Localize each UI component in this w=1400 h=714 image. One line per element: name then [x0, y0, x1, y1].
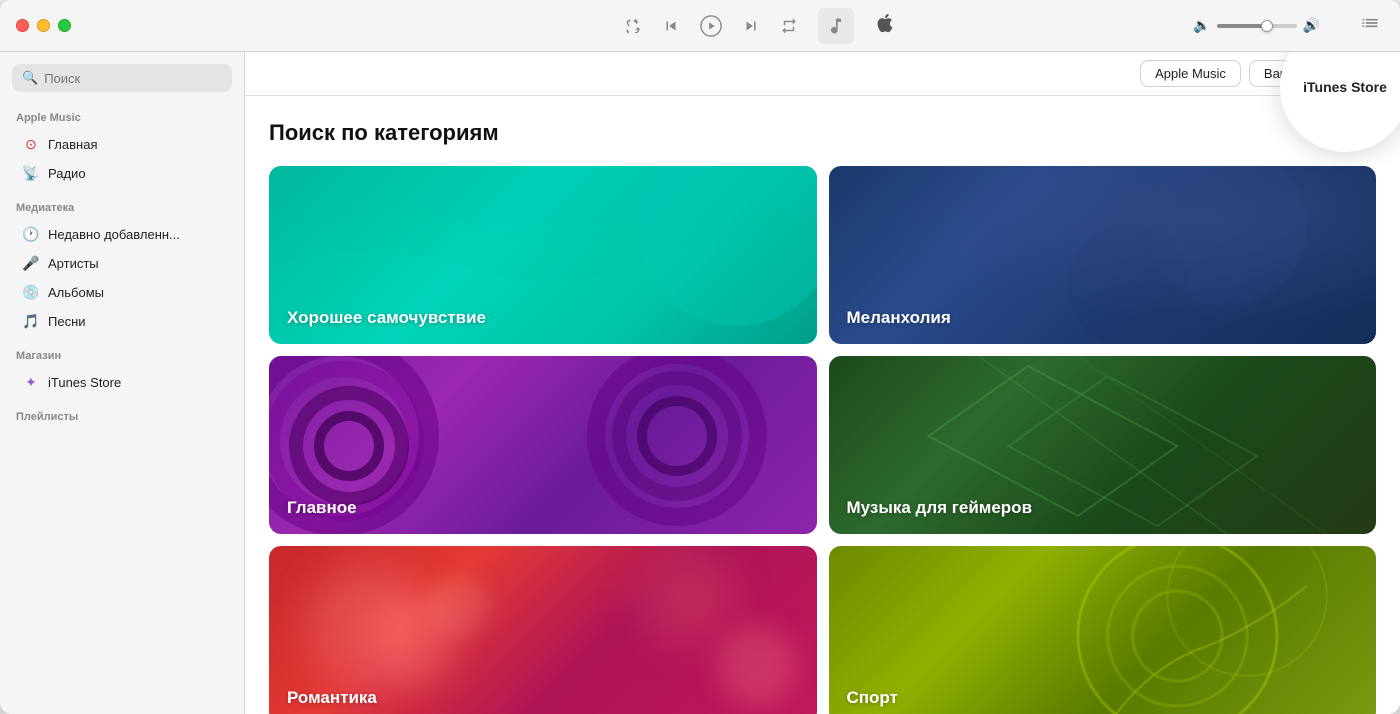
main-layout: 🔍 Apple Music ⊙ Главная 📡 Радио Медиатек… [0, 52, 1400, 714]
close-button[interactable] [16, 19, 29, 32]
volume-low-icon: 🔈 [1193, 17, 1210, 34]
music-icon-button[interactable] [818, 8, 854, 44]
search-bar[interactable]: 🔍 [12, 64, 232, 92]
volume-knob[interactable] [1261, 20, 1273, 32]
apple-logo [874, 12, 896, 39]
sidebar-section-library: Медиатека [0, 198, 244, 220]
sidebar-item-recently-added[interactable]: 🕐 Недавно добавленн... [6, 220, 238, 249]
category-card-romance[interactable]: Романтика [269, 546, 817, 714]
tab-apple-music[interactable]: Apple Music [1140, 60, 1241, 87]
sidebar-item-artists[interactable]: 🎤 Артисты [6, 249, 238, 278]
main-label: Главное [287, 498, 357, 518]
itunes-store-badge-label: iTunes Store [1303, 78, 1387, 96]
search-input[interactable] [44, 71, 222, 86]
sidebar-item-recently-added-label: Недавно добавленн... [48, 227, 180, 242]
sidebar-item-songs-label: Песни [48, 314, 86, 329]
melancholy-label: Меланхолия [847, 308, 951, 328]
sidebar-item-itunes-store-label: iTunes Store [48, 375, 121, 390]
window-controls [0, 19, 120, 32]
sidebar-item-albums-label: Альбомы [48, 285, 104, 300]
sidebar-item-radio-label: Радио [48, 166, 86, 181]
minimize-button[interactable] [37, 19, 50, 32]
wellness-label: Хорошее самочувствие [287, 308, 486, 328]
sidebar-item-itunes-store[interactable]: ✦ iTunes Store [6, 368, 238, 397]
content-header-wrapper: Apple Music Ваша медиатека iTunes Store [245, 52, 1400, 96]
sidebar-item-home-label: Главная [48, 137, 97, 152]
radio-icon: 📡 [22, 165, 40, 182]
volume-control[interactable]: 🔈 🔊 [1193, 17, 1320, 34]
sidebar-item-albums[interactable]: 💿 Альбомы [6, 278, 238, 307]
album-icon: 💿 [22, 284, 40, 301]
maximize-button[interactable] [58, 19, 71, 32]
gaming-label: Музыка для геймеров [847, 498, 1033, 518]
search-icon: 🔍 [22, 70, 38, 86]
clock-icon: 🕐 [22, 226, 40, 243]
sidebar-item-artists-label: Артисты [48, 256, 99, 271]
sidebar-section-apple-music: Apple Music [0, 108, 244, 130]
sidebar-section-playlists: Плейлисты [0, 407, 244, 429]
repeat-button[interactable] [780, 17, 798, 35]
note-icon: 🎵 [22, 313, 40, 330]
sidebar: 🔍 Apple Music ⊙ Главная 📡 Радио Медиатек… [0, 52, 245, 714]
home-icon: ⊙ [22, 136, 40, 153]
category-card-sport[interactable]: Спорт [829, 546, 1377, 714]
rewind-button[interactable] [662, 17, 680, 35]
star-icon: ✦ [22, 374, 40, 391]
sport-bg [829, 546, 1377, 714]
list-icon[interactable] [1360, 13, 1380, 38]
app-window: 🔈 🔊 🔍 Apple Music ⊙ Главная [0, 0, 1400, 714]
volume-slider[interactable] [1217, 24, 1297, 28]
category-card-main[interactable]: Главное [269, 356, 817, 534]
category-card-melancholy[interactable]: Меланхолия [829, 166, 1377, 344]
sidebar-item-radio[interactable]: 📡 Радио [6, 159, 238, 188]
category-card-wellness[interactable]: Хорошее самочувствие [269, 166, 817, 344]
titlebar: 🔈 🔊 [0, 0, 1400, 52]
romance-label: Романтика [287, 688, 377, 708]
sidebar-item-songs[interactable]: 🎵 Песни [6, 307, 238, 336]
volume-high-icon: 🔊 [1303, 17, 1320, 34]
shuffle-button[interactable] [624, 17, 642, 35]
mic-icon: 🎤 [22, 255, 40, 272]
category-grid: Хорошее самочувствие Меланхолия [269, 166, 1376, 714]
content-area: Apple Music Ваша медиатека iTunes Store … [245, 52, 1400, 714]
page-title: Поиск по категориям [269, 120, 1376, 146]
sidebar-item-home[interactable]: ⊙ Главная [6, 130, 238, 159]
content-header: Apple Music Ваша медиатека [245, 52, 1400, 96]
category-card-gaming[interactable]: Музыка для геймеров [829, 356, 1377, 534]
fastforward-button[interactable] [742, 17, 760, 35]
sidebar-section-store: Магазин [0, 346, 244, 368]
play-button[interactable] [700, 15, 722, 37]
sport-label: Спорт [847, 688, 898, 708]
content-body: Поиск по категориям Хорошее самочувствие [245, 96, 1400, 714]
